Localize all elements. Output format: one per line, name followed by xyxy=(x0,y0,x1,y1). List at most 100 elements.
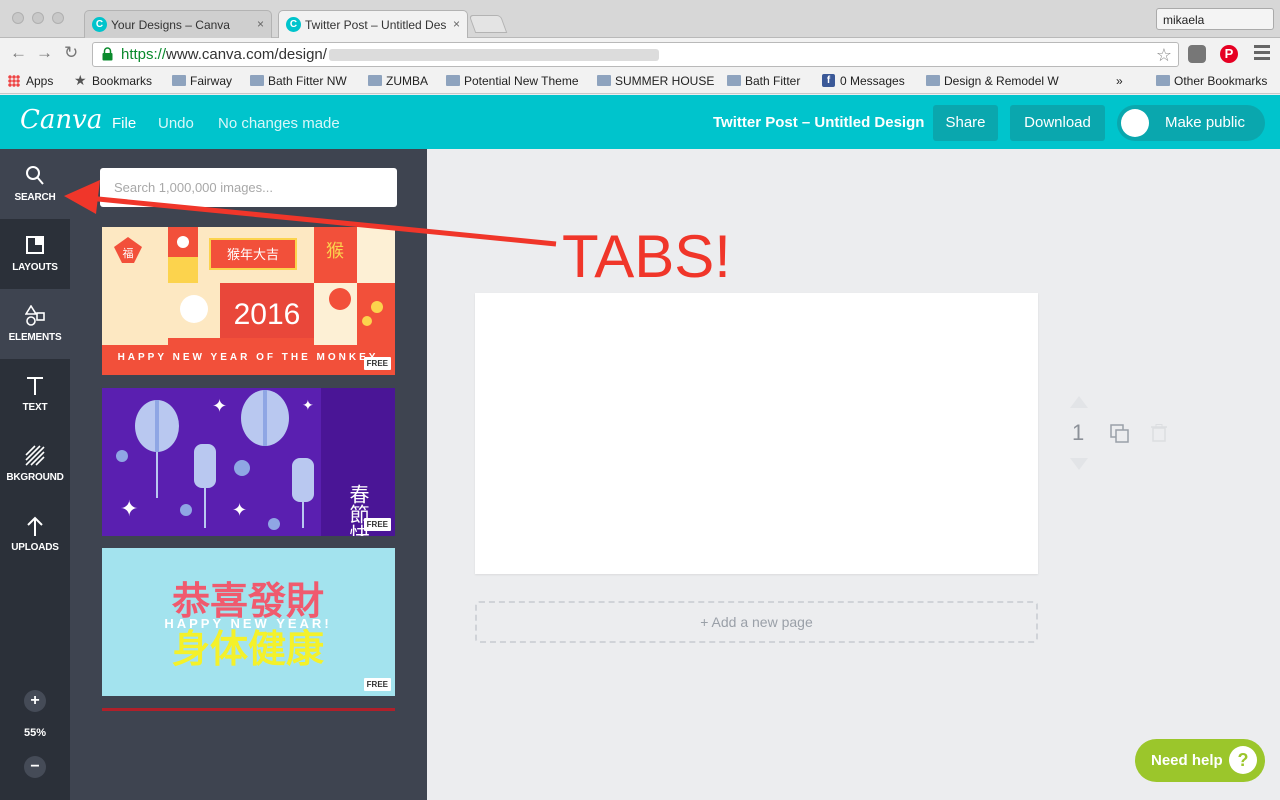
forward-arrow-icon[interactable]: → xyxy=(36,44,53,62)
move-page-up-icon[interactable] xyxy=(1070,396,1088,408)
move-page-down-icon[interactable] xyxy=(1070,458,1088,470)
reload-icon[interactable]: ↻ xyxy=(64,44,78,62)
sidebar-tab-label: TEXT xyxy=(22,402,48,413)
design-page[interactable] xyxy=(475,293,1038,574)
new-tab-button[interactable] xyxy=(468,15,508,33)
canva-logo[interactable]: Canva xyxy=(20,105,102,135)
image-result-partial[interactable] xyxy=(102,708,395,711)
image-result-greetings[interactable]: 恭喜發財 HAPPY NEW YEAR! 身体健康 FREE xyxy=(102,548,395,696)
profile-button[interactable]: mikaela xyxy=(1156,8,1274,30)
tab-close-icon[interactable]: × xyxy=(453,17,460,31)
sidebar-tab-label: ELEMENTS xyxy=(8,332,62,343)
folder-icon xyxy=(727,75,741,86)
health-text: 身体健康 xyxy=(172,627,324,671)
bookmark-bath-fitter[interactable]: Bath Fitter xyxy=(727,74,800,88)
tab-label: Your Designs – Canva xyxy=(111,18,230,32)
pinterest-extension-icon[interactable]: P xyxy=(1220,45,1238,63)
add-page-button[interactable]: + Add a new page xyxy=(475,601,1038,643)
sidebar-tab-search[interactable]: SEARCH xyxy=(0,149,70,219)
layouts-icon xyxy=(26,236,44,254)
share-button[interactable]: Share xyxy=(933,105,998,141)
image-result-lanterns[interactable]: ✦ ✦ ✦ ✦ 春節快樂 FREE xyxy=(102,388,395,536)
svg-text:✦: ✦ xyxy=(120,497,138,522)
bookmark-zumba[interactable]: ZUMBA xyxy=(368,74,428,88)
bookmark-summer-house[interactable]: SUMMER HOUSE xyxy=(597,74,714,88)
bookmark-label: » xyxy=(1116,74,1123,88)
zoom-window-button[interactable] xyxy=(52,12,64,24)
make-public-toggle[interactable]: Make public xyxy=(1117,105,1265,141)
address-bar[interactable]: https://www.canva.com/design/ ☆ xyxy=(92,42,1179,67)
url-scheme: https:// xyxy=(121,46,167,63)
file-menu[interactable]: File xyxy=(112,115,136,132)
bookmark-messages[interactable]: f 0 Messages xyxy=(822,74,905,88)
tab-close-icon[interactable]: × xyxy=(257,17,264,31)
minimize-window-button[interactable] xyxy=(32,12,44,24)
delete-page-icon[interactable] xyxy=(1151,424,1167,442)
undo-button[interactable]: Undo xyxy=(158,115,194,132)
browser-toolbar: ← → ↻ https://www.canva.com/design/ ☆ P xyxy=(0,38,1280,70)
download-button[interactable]: Download xyxy=(1010,105,1105,141)
facebook-icon: f xyxy=(822,74,835,87)
bookmark-bookmarks[interactable]: ★ Bookmarks xyxy=(74,72,152,88)
bookmark-other-bookmarks[interactable]: Other Bookmarks xyxy=(1156,74,1267,88)
sidebar-tab-label: LAYOUTS xyxy=(12,262,58,273)
elements-icon xyxy=(25,305,45,326)
greetings-illustration: 恭喜發財 HAPPY NEW YEAR! 身体健康 xyxy=(102,548,395,696)
sidebar-tab-background[interactable]: BKGROUND xyxy=(0,429,70,499)
design-title[interactable]: Twitter Post – Untitled Design xyxy=(713,114,924,131)
question-icon: ? xyxy=(1229,746,1257,774)
folder-icon xyxy=(926,75,940,86)
tab-label: Twitter Post – Untitled Des xyxy=(305,18,447,32)
canva-favicon-icon: C xyxy=(286,17,301,32)
need-help-label: Need help xyxy=(1151,752,1223,769)
back-arrow-icon[interactable]: ← xyxy=(10,44,27,62)
need-help-button[interactable]: Need help ? xyxy=(1135,739,1265,782)
zoom-out-button[interactable]: − xyxy=(24,756,46,778)
search-panel: 猴年大吉 猴 2016 福 HAPPY NEW YEAR OF THE MONK… xyxy=(70,149,427,800)
sidebar-tab-label: UPLOADS xyxy=(11,542,59,553)
bookmark-star-icon[interactable]: ☆ xyxy=(1156,45,1172,66)
sidebar-tab-layouts[interactable]: LAYOUTS xyxy=(0,219,70,289)
browser-titlebar: C Your Designs – Canva × C Twitter Post … xyxy=(0,0,1280,38)
bookmarks-overflow-button[interactable]: » xyxy=(1116,74,1123,88)
bookmark-label: Bath Fitter xyxy=(745,74,801,88)
bookmark-apps[interactable]: Apps xyxy=(8,74,53,88)
free-badge: FREE xyxy=(363,357,391,370)
browser-tab-twitter-post[interactable]: C Twitter Post – Untitled Des × xyxy=(278,10,468,38)
monkey-glyph: 猴 xyxy=(326,241,344,262)
image-result-monkey[interactable]: 猴年大吉 猴 2016 福 HAPPY NEW YEAR OF THE MONK… xyxy=(102,227,395,375)
folder-icon xyxy=(250,75,264,86)
editor-sidebar: SEARCH LAYOUTS ELEMENTS TEXT BKGROUND UP… xyxy=(0,149,70,800)
svg-text:✦: ✦ xyxy=(232,500,247,521)
bookmark-label: Design & Remodel W xyxy=(944,74,1059,88)
image-search-input[interactable] xyxy=(100,168,397,207)
bookmark-design-remodel[interactable]: Design & Remodel W xyxy=(926,74,1059,88)
bookmark-bath-fitter-nw[interactable]: Bath Fitter NW xyxy=(250,74,347,88)
search-icon xyxy=(26,166,44,185)
pocket-extension-icon[interactable] xyxy=(1188,45,1206,63)
bookmarks-bar: Apps ★ Bookmarks Fairway Bath Fitter NW Z… xyxy=(0,70,1280,94)
free-badge: FREE xyxy=(363,678,391,691)
text-icon xyxy=(27,377,43,395)
zoom-in-button[interactable]: + xyxy=(24,690,46,712)
duplicate-page-icon[interactable] xyxy=(1110,424,1130,444)
bookmark-label: Apps xyxy=(26,74,54,88)
bookmark-potential-new-theme[interactable]: Potential New Theme xyxy=(446,74,579,88)
close-window-button[interactable] xyxy=(12,12,24,24)
bookmark-label: 0 Messages xyxy=(840,74,905,88)
sidebar-tab-text[interactable]: TEXT xyxy=(0,359,70,429)
bookmark-fairway[interactable]: Fairway xyxy=(172,74,232,88)
folder-icon xyxy=(172,75,186,86)
folder-icon xyxy=(446,75,460,86)
sidebar-tab-elements[interactable]: ELEMENTS xyxy=(0,289,70,359)
zoom-level: 55% xyxy=(23,727,47,739)
svg-text:✦: ✦ xyxy=(302,398,314,414)
bookmark-label: Fairway xyxy=(190,74,233,88)
sidebar-tab-uploads[interactable]: UPLOADS xyxy=(0,499,70,569)
editor-header: Canva File Undo No changes made Twitter … xyxy=(0,95,1280,149)
background-icon xyxy=(25,445,45,466)
lock-icon xyxy=(102,47,113,61)
browser-menu-icon[interactable] xyxy=(1254,45,1270,63)
browser-tab-your-designs[interactable]: C Your Designs – Canva × xyxy=(84,10,272,38)
star-icon: ★ xyxy=(74,72,87,88)
